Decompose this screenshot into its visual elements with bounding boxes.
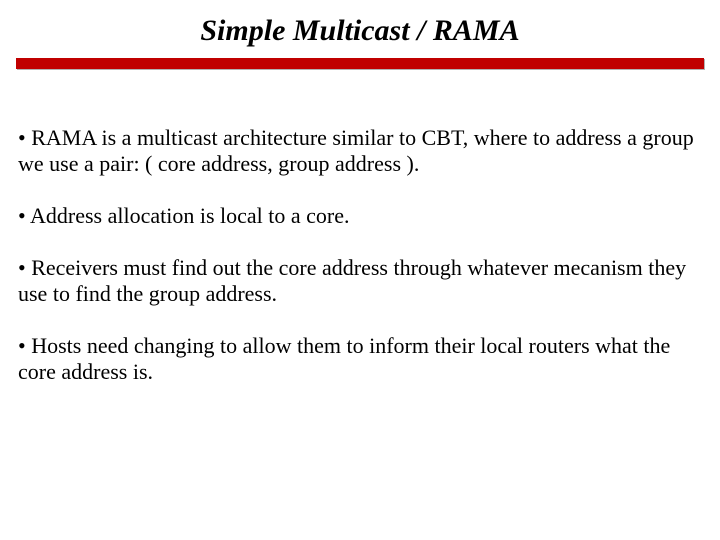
content-area: • RAMA is a multicast architecture simil… [0,77,720,385]
bullet-text: Address allocation is local to a core. [30,203,350,228]
bullet-marker: • [18,125,31,150]
slide-container: Simple Multicast / RAMA • RAMA is a mult… [0,0,720,540]
slide-title: Simple Multicast / RAMA [0,14,720,48]
bullet-text: Hosts need changing to allow them to inf… [18,333,670,384]
bullet-item: • RAMA is a multicast architecture simil… [18,125,696,177]
bullet-item: • Receivers must find out the core addre… [18,255,696,307]
bullet-text: Receivers must find out the core address… [18,255,686,306]
title-area: Simple Multicast / RAMA [0,0,720,77]
bullet-marker: • [18,203,30,228]
bullet-marker: • [18,255,31,280]
bullet-item: • Address allocation is local to a core. [18,203,696,229]
bullet-text: RAMA is a multicast architecture similar… [18,125,694,176]
bullet-marker: • [18,333,31,358]
title-underline [16,58,704,69]
bullet-item: • Hosts need changing to allow them to i… [18,333,696,385]
